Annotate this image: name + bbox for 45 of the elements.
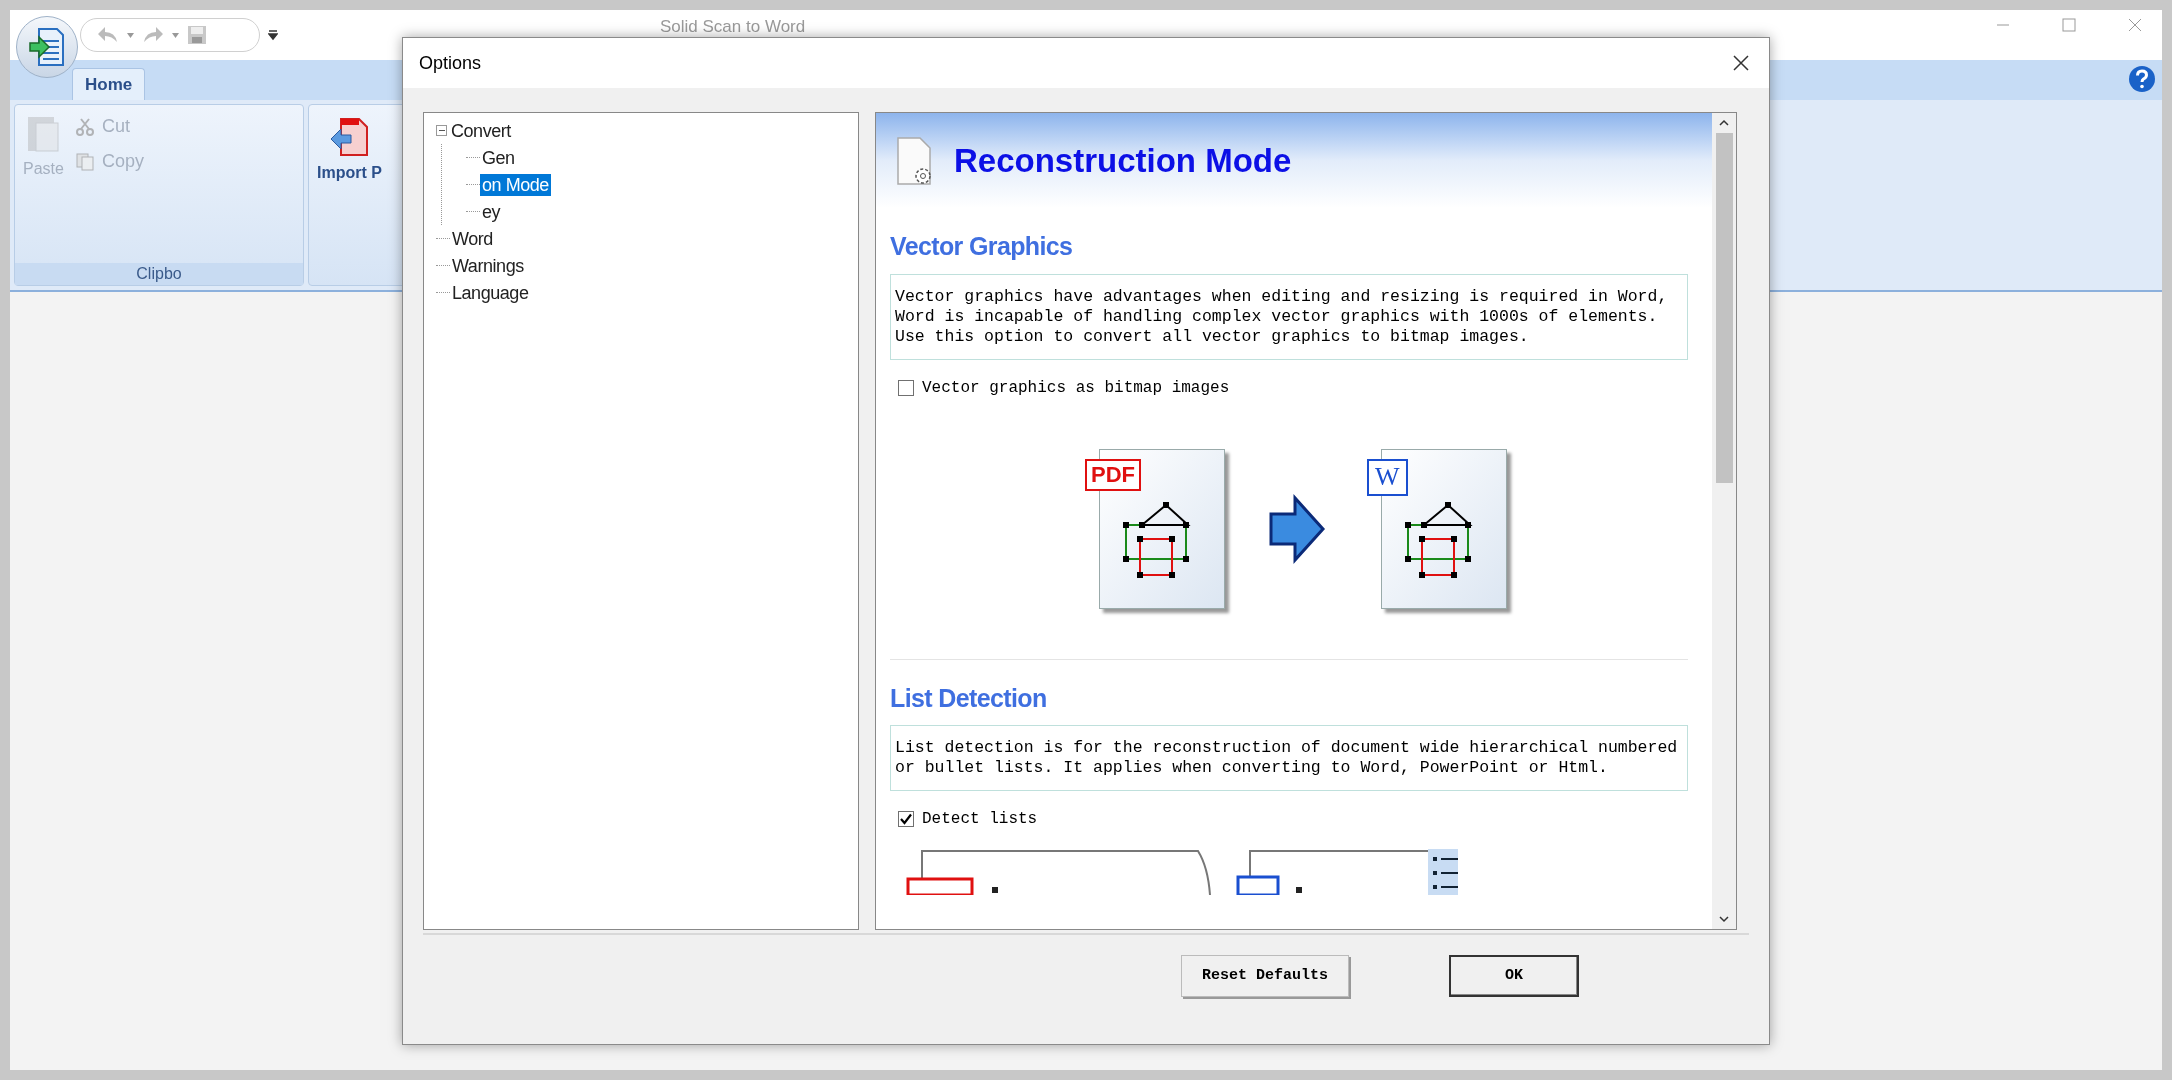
page-settings-icon [896, 135, 934, 186]
checkbox-option[interactable]: Vector graphics as bitmap images [898, 375, 1230, 400]
ribbon-tab[interactable]: Home [72, 68, 146, 100]
help-icon[interactable] [2128, 65, 2156, 93]
tree-item[interactable]: Warnings [450, 254, 526, 277]
dropdown-caret-icon[interactable] [172, 32, 179, 38]
copy-icon [75, 152, 94, 171]
scissors-icon [75, 117, 94, 136]
checkmark-icon [900, 813, 912, 825]
save-icon[interactable] [187, 25, 207, 45]
close-icon[interactable] [1733, 55, 1749, 71]
scrollbar-thumb[interactable] [1715, 133, 1733, 483]
description-box: List detection is for the reconstruction of document wide hierarchical numbered or bullet lists. It applies when converting to Word, PowerPoint or Html. [890, 725, 1688, 791]
checkbox[interactable] [898, 811, 914, 827]
document-import-icon [29, 27, 65, 67]
arrow-right-icon [1267, 494, 1327, 564]
section-heading: List Detection [890, 682, 1047, 714]
window-title: Solid Scan to Word [660, 16, 806, 38]
tree-item[interactable]: Convert [449, 119, 513, 142]
pdf-label: PDF [1085, 459, 1141, 491]
panel-title: Reconstruction Mode [954, 140, 1292, 181]
tree-item[interactable]: Word [450, 227, 495, 250]
collapse-toggle-icon[interactable] [436, 125, 447, 136]
ribbon-group-label: Clipbo [15, 263, 303, 285]
checkbox[interactable] [898, 379, 914, 396]
dialog-button[interactable]: Reset Defaults [1181, 955, 1350, 997]
maximize-icon[interactable] [2062, 18, 2076, 32]
checkbox-option[interactable]: Detect lists [898, 807, 1038, 831]
tree-item[interactable]: Language [450, 281, 531, 304]
dropdown-caret-icon[interactable] [127, 32, 134, 38]
checkbox-label: Vector graphics as bitmap images [922, 377, 1230, 399]
word-label: W [1367, 459, 1408, 496]
vertical-scrollbar[interactable] [1712, 113, 1736, 929]
checkbox-label: Detect lists [922, 809, 1038, 830]
tree-item[interactable]: Gen [480, 146, 517, 169]
tree-item[interactable]: on Mode [480, 173, 551, 196]
customize-toolbar-icon[interactable] [268, 29, 278, 41]
redo-icon[interactable] [142, 26, 164, 44]
import-button[interactable]: Import P [317, 117, 382, 185]
section-heading: Vector Graphics [890, 231, 1073, 262]
description-box: Vector graphics have advantages when editing and resizing is required in Word, Word is incapable of handling complex vector graphics with 1000s of elements. Use this option to convert all vector graphics to bitmap images. [890, 273, 1688, 360]
pdf-import-icon [329, 117, 370, 157]
dialog-button[interactable]: OK [1449, 955, 1580, 997]
dialog-title: Options [419, 51, 482, 75]
tree-item[interactable]: ey [480, 200, 503, 223]
